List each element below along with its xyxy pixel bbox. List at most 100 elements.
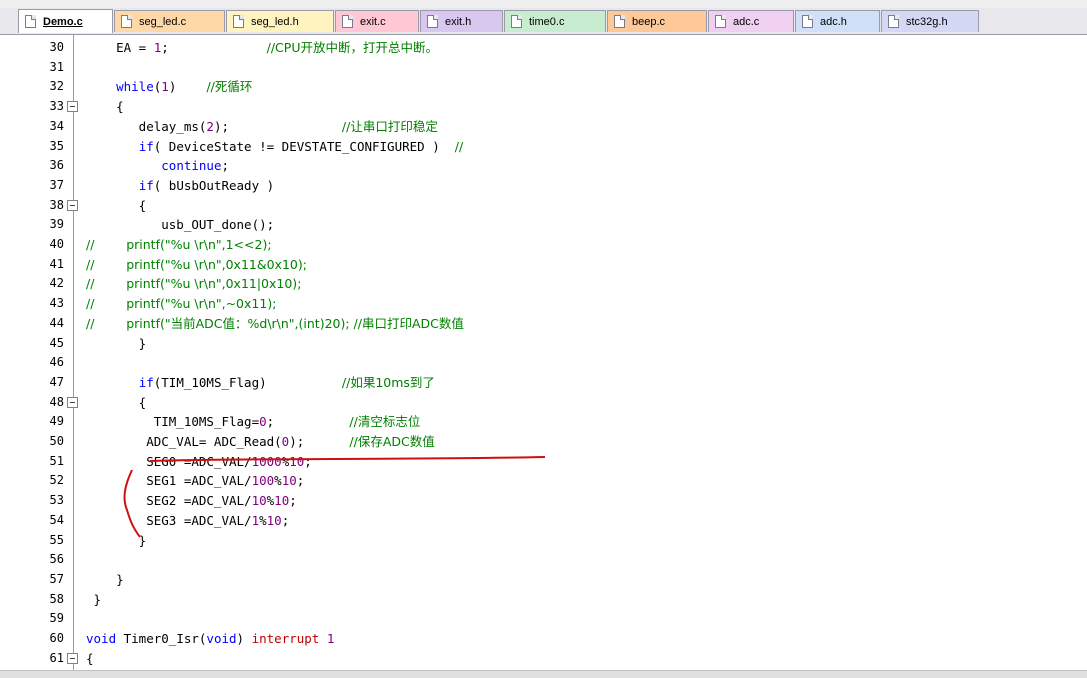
code-line[interactable]: 33 { bbox=[0, 97, 1087, 116]
tab-label: Demo.c bbox=[43, 15, 83, 28]
code-text: usb_OUT_done(); bbox=[86, 215, 274, 234]
code-token: 1 bbox=[251, 512, 260, 528]
code-line[interactable]: 42 // printf("%u \r\n",0x11|0x10); bbox=[0, 274, 1087, 293]
code-line[interactable]: 48 { bbox=[0, 393, 1087, 412]
code-line[interactable]: 46 bbox=[0, 353, 1087, 372]
code-line[interactable]: 53 SEG2 =ADC_VAL/10%10; bbox=[0, 491, 1087, 510]
line-number: 44 bbox=[49, 315, 64, 330]
code-line[interactable]: 51 SEG0 =ADC_VAL/1000%10; bbox=[0, 452, 1087, 471]
line-number: 56 bbox=[49, 552, 64, 567]
code-line[interactable]: 45 } bbox=[0, 334, 1087, 353]
tab-label: exit.c bbox=[360, 15, 386, 28]
code-line[interactable]: 50 ADC_VAL= ADC_Read(0); //保存ADC数值 bbox=[0, 432, 1087, 451]
code-token: } bbox=[86, 571, 124, 587]
line-number: 49 bbox=[49, 414, 64, 429]
code-line[interactable]: 43 // printf("%u \r\n",~0x11); bbox=[0, 294, 1087, 313]
line-number: 57 bbox=[49, 571, 64, 586]
tab-time0-c[interactable]: time0.c bbox=[504, 10, 606, 32]
code-token: 1000 bbox=[251, 453, 282, 469]
fold-collapse-icon[interactable] bbox=[67, 396, 78, 408]
code-token: ( DeviceState != DEVSTATE_CONFIGURED ) bbox=[153, 138, 455, 154]
code-line[interactable]: 56 bbox=[0, 550, 1087, 569]
code-line[interactable]: 38 { bbox=[0, 196, 1087, 215]
code-line[interactable]: 58 } bbox=[0, 590, 1087, 609]
tab-label: seg_led.c bbox=[139, 15, 187, 28]
tab-seg_led-c[interactable]: seg_led.c bbox=[114, 10, 225, 32]
tab-adc-h[interactable]: adc.h bbox=[795, 10, 880, 32]
code-line[interactable]: 60 void Timer0_Isr(void) interrupt 1 bbox=[0, 629, 1087, 648]
code-line[interactable]: 54 SEG3 =ADC_VAL/1%10; bbox=[0, 511, 1087, 530]
code-token: //让串口打印稳定 bbox=[341, 118, 438, 134]
tab-Demo-c[interactable]: Demo.c bbox=[18, 9, 113, 33]
code-line[interactable]: 40 // printf("%u \r\n",1<<2); bbox=[0, 235, 1087, 254]
file-tab-bar: Demo.c seg_led.c seg_led.h exit.c exit.h time… bbox=[0, 8, 1087, 35]
code-line[interactable]: 44 // printf("当前ADC值：%d\r\n",(int)20); //… bbox=[0, 314, 1087, 333]
code-token: ( bUsbOutReady ) bbox=[153, 177, 275, 193]
code-line[interactable]: 49 TIM_10MS_Flag=0; //清空标志位 bbox=[0, 412, 1087, 431]
code-token: if bbox=[138, 374, 154, 390]
code-token: 100 bbox=[251, 473, 275, 489]
line-number: 30 bbox=[49, 40, 64, 54]
code-line[interactable]: 57 } bbox=[0, 570, 1087, 589]
code-token: ; bbox=[266, 414, 350, 430]
code-line[interactable]: 32 while(1) //死循环 bbox=[0, 77, 1087, 96]
fold-collapse-icon[interactable] bbox=[67, 199, 78, 211]
code-line[interactable]: 59 bbox=[0, 609, 1087, 628]
code-line[interactable]: 55 } bbox=[0, 531, 1087, 550]
line-number: 38 bbox=[49, 197, 64, 212]
code-line[interactable]: 34 delay_ms(2); //让串口打印稳定 bbox=[0, 117, 1087, 136]
code-token: //死循环 bbox=[206, 79, 253, 95]
line-number: 35 bbox=[49, 138, 64, 153]
tab-exit-h[interactable]: exit.h bbox=[420, 10, 503, 32]
code-line[interactable]: 37 if( bUsbOutReady ) bbox=[0, 176, 1087, 195]
code-line[interactable]: 61 { bbox=[0, 649, 1087, 668]
code-line[interactable]: 31 bbox=[0, 58, 1087, 77]
file-icon bbox=[614, 15, 625, 28]
tab-exit-c[interactable]: exit.c bbox=[335, 10, 419, 32]
line-number: 50 bbox=[49, 434, 64, 448]
line-number: 60 bbox=[49, 631, 64, 645]
code-token: } bbox=[86, 591, 102, 607]
code-line[interactable]: 41 // printf("%u \r\n",0x11&0x10); bbox=[0, 255, 1087, 274]
code-token: ; bbox=[221, 158, 230, 174]
line-number: 47 bbox=[49, 374, 64, 389]
line-number: 39 bbox=[49, 217, 64, 232]
code-text: if(TIM_10MS_Flag) //如果10ms到了 bbox=[86, 373, 435, 392]
fold-collapse-icon[interactable] bbox=[67, 101, 78, 113]
code-token: EA = bbox=[86, 40, 154, 55]
line-number: 33 bbox=[49, 99, 64, 114]
tab-seg_led-h[interactable]: seg_led.h bbox=[226, 10, 334, 32]
code-text: // printf("当前ADC值：%d\r\n",(int)20); //串口… bbox=[86, 314, 464, 333]
code-line[interactable]: 47 if(TIM_10MS_Flag) //如果10ms到了 bbox=[0, 373, 1087, 392]
code-token: while bbox=[116, 79, 154, 95]
line-number: 51 bbox=[49, 453, 64, 468]
tab-beep-c[interactable]: beep.c bbox=[607, 10, 707, 32]
code-token: 1 bbox=[326, 631, 335, 646]
code-line[interactable]: 35 if( DeviceState != DEVSTATE_CONFIGURE… bbox=[0, 137, 1087, 156]
code-line[interactable]: 52 SEG1 =ADC_VAL/100%10; bbox=[0, 471, 1087, 490]
tab-adc-c[interactable]: adc.c bbox=[708, 10, 794, 32]
code-text: while(1) //死循环 bbox=[86, 77, 252, 96]
tab-stc32g-h[interactable]: stc32g.h bbox=[881, 10, 979, 32]
code-line[interactable]: 39 usb_OUT_done(); bbox=[0, 215, 1087, 234]
fold-collapse-icon[interactable] bbox=[67, 652, 78, 664]
code-token: //清空标志位 bbox=[349, 414, 421, 430]
tab-label: beep.c bbox=[632, 15, 666, 28]
code-line[interactable]: 30 EA = 1; //CPU开放中断，打开总中断。 bbox=[0, 38, 1087, 57]
code-line[interactable]: 36 continue; bbox=[0, 156, 1087, 175]
code-token: delay_ms( bbox=[86, 118, 207, 134]
code-token: SEG2 =ADC_VAL/ bbox=[86, 493, 252, 509]
line-number: 32 bbox=[49, 79, 64, 94]
code-token: SEG0 =ADC_VAL/ bbox=[86, 453, 252, 469]
code-token: % bbox=[274, 473, 282, 489]
line-number: 31 bbox=[49, 59, 64, 74]
code-token: // printf("当前ADC值：%d\r\n",(int)20); //串口… bbox=[86, 315, 464, 331]
code-token: 0 bbox=[259, 414, 267, 430]
code-token: interrupt bbox=[251, 631, 320, 646]
code-text: } bbox=[86, 334, 147, 353]
code-token: ADC_VAL= ADC_Read( bbox=[86, 434, 282, 449]
code-text: SEG1 =ADC_VAL/100%10; bbox=[86, 471, 304, 490]
code-text: // printf("%u \r\n",0x11|0x10); bbox=[86, 274, 301, 293]
